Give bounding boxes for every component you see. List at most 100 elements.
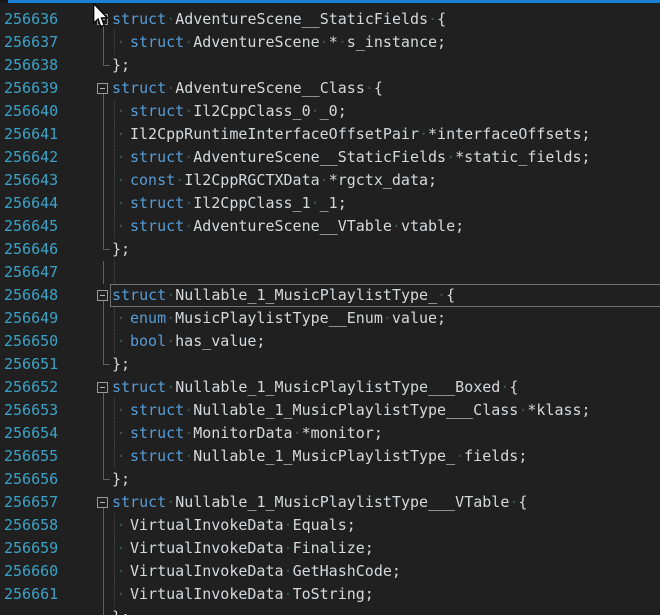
code-line[interactable]: 256645·struct·AdventureScene__VTable·vta… [0,215,660,238]
identifier-token: }; [112,56,130,74]
keyword-token: struct [130,424,184,442]
line-number[interactable]: 256655 [4,445,90,468]
line-number[interactable]: 256660 [4,560,90,583]
indent-guide [114,261,115,284]
line-number[interactable]: 256661 [4,583,90,606]
keyword-token: struct [112,79,166,97]
identifier-token: ·MonitorData·*monitor; [184,424,383,442]
fold-guide-line [103,192,104,215]
code-text: ·const·Il2CppRGCTXData·*rgctx_data; [112,169,437,192]
code-text: · struct·Nullable_1_MusicPlaylistType___C… [112,399,591,422]
line-number[interactable]: 256657 [4,491,90,514]
whitespace-dot: · [392,217,401,235]
code-line[interactable]: 256640 ·struct·Il2CppClass_0·_0; [0,100,660,123]
whitespace-dot: · [428,10,437,28]
code-line[interactable]: 256638}; [0,54,660,77]
whitespace-dot: · [518,401,527,419]
line-number[interactable]: 256647 [4,261,90,284]
code-line[interactable]: 256639 struct·AdventureScene__Class·{ [0,77,660,100]
code-line[interactable]: 256650·bool·has_value; [0,330,660,353]
code-line[interactable]: 256651}; [0,353,660,376]
line-number[interactable]: 256645 [4,215,90,238]
line-number[interactable]: 256646 [4,238,90,261]
code-line[interactable]: 256648struct·Nullable_1_MusicPlaylistTyp… [0,284,660,307]
code-line[interactable]: 256654 ·struct·MonitorData·*monitor; [0,422,660,445]
code-line[interactable]: 256643 ·const·Il2CppRGCTXData·*rgctx_data… [0,169,660,192]
line-number[interactable]: 256638 [4,54,90,77]
code-text: ·VirtualInvokeData·Finalize; [112,537,374,560]
whitespace-dot: · [500,378,509,396]
line-number[interactable]: 256639 [4,77,90,100]
keyword-token: struct [112,10,166,28]
code-text: ·struct·Il2CppClass_0·_0; [112,100,347,123]
code-line[interactable]: 256652struct·Nullable_1_MusicPlaylistTyp… [0,376,660,399]
code-line[interactable]: 256641·Il2CppRuntimeInterfaceOffsetPair·… [0,123,660,146]
indent-whitespace-dot: · [112,445,130,468]
line-number[interactable]: 256650 [4,330,90,353]
line-number[interactable]: 256643 [4,169,90,192]
line-number[interactable]: 256644 [4,192,90,215]
line-number[interactable]: 256659 [4,537,90,560]
line-number[interactable]: 256649 [4,307,90,330]
identifier-token: }; [112,470,130,488]
line-number[interactable]: 256642 [4,146,90,169]
identifier-token: ·Il2CppRGCTXData·*rgctx_data; [175,171,437,189]
whitespace-dot: · [311,102,320,120]
code-line[interactable]: 256657struct·Nullable_1_MusicPlaylistTyp… [0,491,660,514]
code-line[interactable]: 256637·struct·AdventureScene·*·s_instanc… [0,31,660,54]
identifier-token: ·AdventureScene__VTable·vtable; [184,217,464,235]
keyword-token: struct [130,102,184,120]
whitespace-dot: · [166,493,175,511]
fold-collapse-icon[interactable] [97,497,108,508]
whitespace-dot: · [166,378,175,396]
code-editor: 256636struct·AdventureScene__StaticField… [0,0,660,615]
code-line[interactable]: 256661·VirtualInvokeData·ToString; [0,583,660,606]
line-number[interactable]: 256651 [4,353,90,376]
line-number[interactable]: 256640 [4,100,90,123]
code-line[interactable]: 256659 ·VirtualInvokeData·Finalize; [0,537,660,560]
fold-collapse-icon[interactable] [97,290,108,301]
code-text: struct·AdventureScene__Class·{ [112,77,383,100]
code-line[interactable]: 256647 [0,261,660,284]
fold-guide-line [103,261,104,284]
line-number[interactable]: 256641 [4,123,90,146]
code-text: ·struct·MonitorData·*monitor; [112,422,383,445]
line-number[interactable]: 256636 [4,8,90,31]
fold-collapse-icon[interactable] [97,382,108,393]
identifier-token: ·AdventureScene__StaticFields·{ [166,10,446,28]
code-line[interactable]: 256656}; [0,468,660,491]
line-number[interactable]: 256654 [4,422,90,445]
fold-guide-line [103,445,104,468]
code-line[interactable]: 256655·struct·Nullable_1_MusicPlaylistTy… [0,445,660,468]
line-number[interactable]: 256652 [4,376,90,399]
indent-whitespace-dot: · [112,100,130,123]
code-line[interactable]: 256658·VirtualInvokeData·Equals; [0,514,660,537]
code-line[interactable]: 256644·struct·Il2CppClass_1·_1; [0,192,660,215]
keyword-token: struct [130,401,184,419]
whitespace-dot: · [184,194,193,212]
code-line[interactable]: }; [0,606,660,615]
line-number[interactable]: 256653 [4,399,90,422]
line-number[interactable]: 256658 [4,514,90,537]
line-number[interactable]: 256656 [4,468,90,491]
identifier-token: ·AdventureScene__StaticFields·*static_fi… [184,148,590,166]
identifier-token: }; [112,240,130,258]
indent-whitespace-dot: · [112,192,130,215]
line-number[interactable]: 256648 [4,284,90,307]
code-line[interactable]: 256642·struct·AdventureScene__StaticFiel… [0,146,660,169]
whitespace-dot: · [284,516,293,534]
code-line[interactable]: 256660·VirtualInvokeData·GetHashCode; [0,560,660,583]
code-line[interactable]: 256646}; [0,238,660,261]
code-line[interactable]: 256653 · struct·Nullable_1_MusicPlaylistTy… [0,399,660,422]
indent-whitespace-dot: · [112,307,130,330]
line-number[interactable]: 256637 [4,31,90,54]
whitespace-dot: · [166,79,175,97]
keyword-token: struct [130,194,184,212]
identifier-token: ·Nullable_1_MusicPlaylistType___Class·*k… [184,401,590,419]
keyword-token: bool [130,332,166,350]
code-text: }; [112,606,130,615]
keyword-token: struct [112,493,166,511]
code-line[interactable]: 256649·enum·MusicPlaylistType__Enum·valu… [0,307,660,330]
identifier-token: VirtualInvokeData·GetHashCode; [130,562,401,580]
fold-collapse-icon[interactable] [97,83,108,94]
